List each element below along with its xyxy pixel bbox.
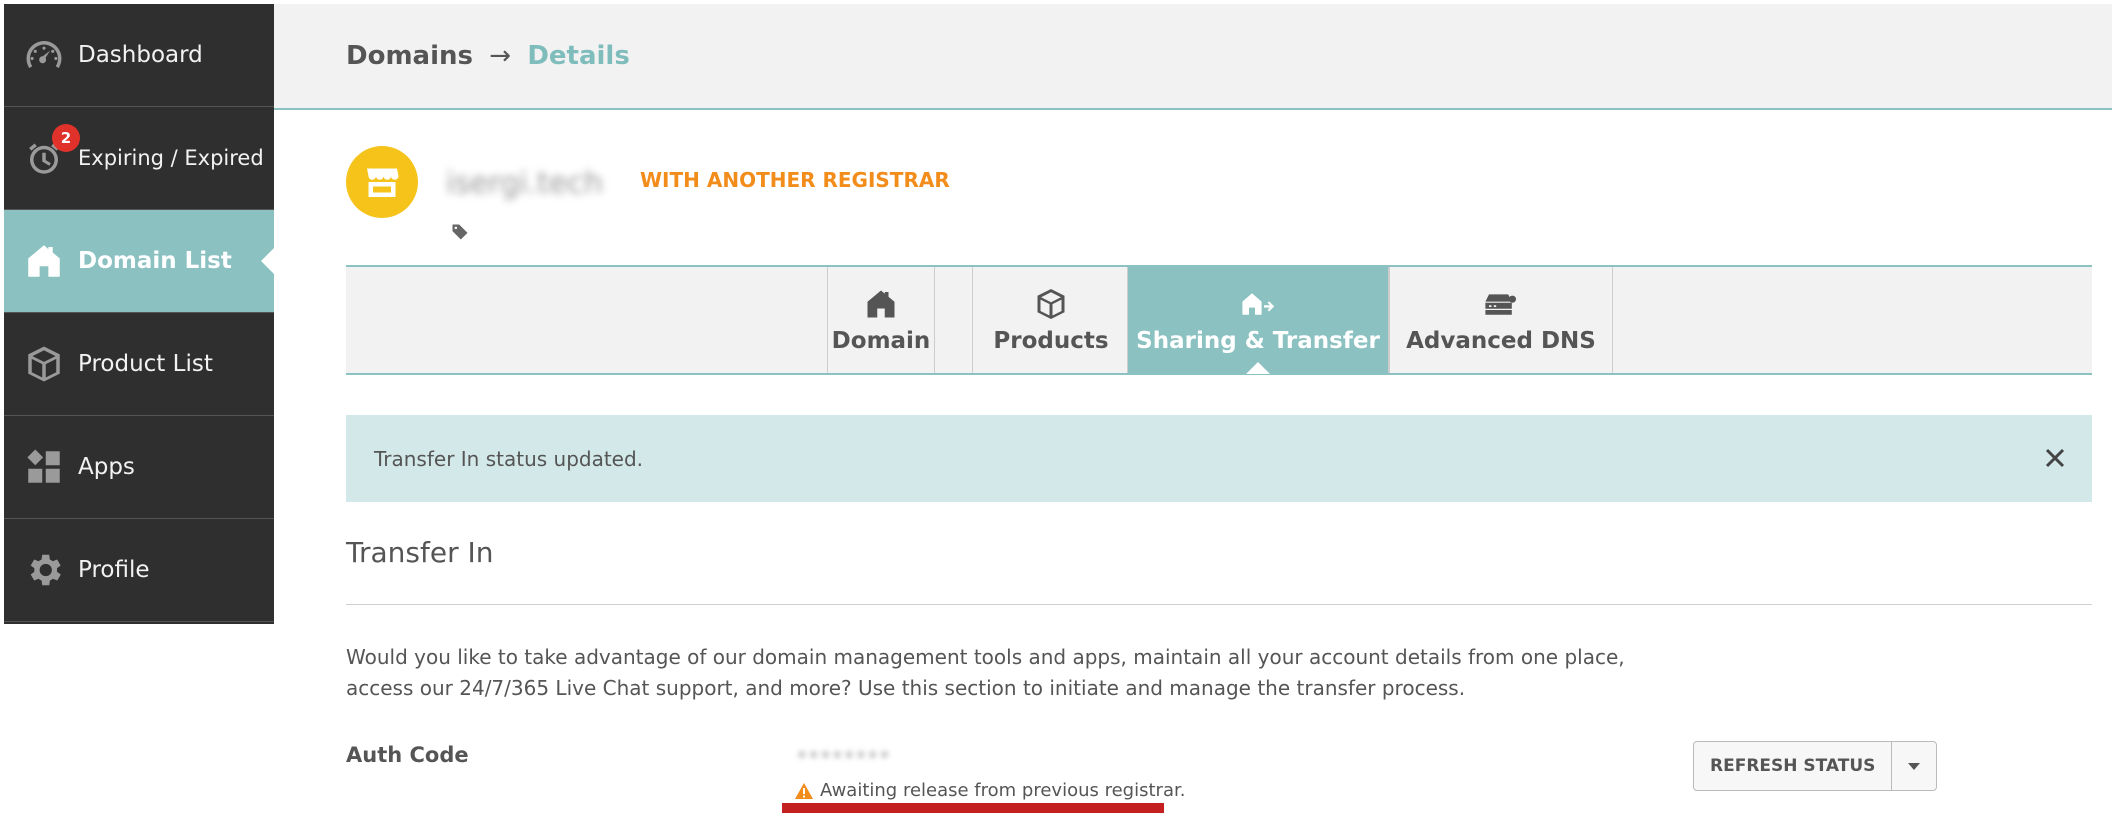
sidebar-item-expiring[interactable]: 2 Expiring / Expired: [4, 107, 274, 210]
dns-server-icon: [1485, 294, 1516, 315]
sidebar-item-label: Product List: [78, 351, 213, 377]
house-transfer-icon: [1242, 293, 1275, 315]
sidebar-item-dashboard[interactable]: Dashboard: [4, 4, 274, 107]
speedometer-icon: [22, 33, 66, 77]
sidebar-item-label: Dashboard: [78, 42, 203, 68]
chevron-down-icon[interactable]: [1892, 742, 1936, 790]
tab-label: Domain: [831, 328, 931, 354]
breadcrumb: Domains → Details: [346, 41, 630, 71]
breadcrumb-domains-link[interactable]: Domains: [346, 41, 473, 71]
registrar-status: WITH ANOTHER REGISTRAR: [640, 168, 950, 192]
expiring-count-badge: 2: [52, 124, 80, 152]
sidebar-item-label: Profile: [78, 557, 150, 583]
section-title: Transfer In: [346, 536, 494, 569]
sidebar-item-label: Expiring / Expired: [78, 146, 264, 170]
refresh-status-button[interactable]: REFRESH STATUS: [1694, 742, 1893, 790]
gear-icon: [22, 548, 66, 592]
box-icon: [22, 342, 66, 386]
divider: [346, 604, 2092, 605]
domain-tabs: Domain Products Sharing & Transfer Advan…: [346, 265, 2092, 375]
transfer-status: Awaiting release from previous registrar…: [794, 780, 1185, 801]
tab-label: Sharing & Transfer: [1136, 328, 1380, 354]
sidebar-item-label: Apps: [78, 454, 135, 480]
tab-sharing-transfer[interactable]: Sharing & Transfer: [1127, 267, 1389, 373]
box-icon: [1037, 289, 1065, 319]
domain-header: isergi.tech WITH ANOTHER REGISTRAR: [346, 146, 2092, 266]
transfer-status-text: Awaiting release from previous registrar…: [820, 780, 1186, 801]
breadcrumb-separator: →: [489, 41, 512, 71]
house-icon: [867, 290, 895, 318]
close-icon[interactable]: [2040, 443, 2070, 473]
sidebar: Dashboard 2 Expiring / Expired Domain Li…: [4, 4, 274, 624]
sidebar-item-label: Domain List: [78, 248, 232, 274]
alert-message: Transfer In status updated.: [374, 446, 644, 471]
red-underline-mark: [782, 803, 1164, 813]
domain-name: isergi.tech: [446, 166, 603, 201]
sidebar-item-profile[interactable]: Profile: [4, 519, 274, 622]
storefront-icon: [346, 146, 418, 218]
warning-icon: [795, 782, 813, 799]
apps-icon: [22, 445, 66, 489]
sidebar-item-domain-list[interactable]: Domain List: [4, 210, 274, 313]
timer-icon: 2: [22, 124, 80, 180]
tab-label: Advanced DNS: [1406, 328, 1596, 354]
tag-icon[interactable]: [450, 222, 470, 242]
transfer-intro-text: Would you like to take advantage of our …: [346, 645, 1625, 700]
tab-advanced-dns[interactable]: Advanced DNS: [1389, 267, 1613, 373]
refresh-status-group: REFRESH STATUS: [1693, 741, 1938, 791]
sidebar-item-apps[interactable]: Apps: [4, 416, 274, 519]
tab-domain[interactable]: Domain: [827, 267, 935, 373]
tab-label: Products: [993, 328, 1109, 354]
tab-products[interactable]: Products: [972, 267, 1130, 373]
header-bar: Domains → Details: [274, 4, 2112, 110]
auth-code-value: ••••••••: [796, 743, 891, 767]
sidebar-item-product-list[interactable]: Product List: [4, 313, 274, 416]
auth-code-label: Auth Code: [346, 743, 469, 767]
breadcrumb-current: Details: [527, 41, 630, 71]
house-icon: [22, 239, 66, 283]
status-alert: Transfer In status updated.: [346, 415, 2092, 502]
